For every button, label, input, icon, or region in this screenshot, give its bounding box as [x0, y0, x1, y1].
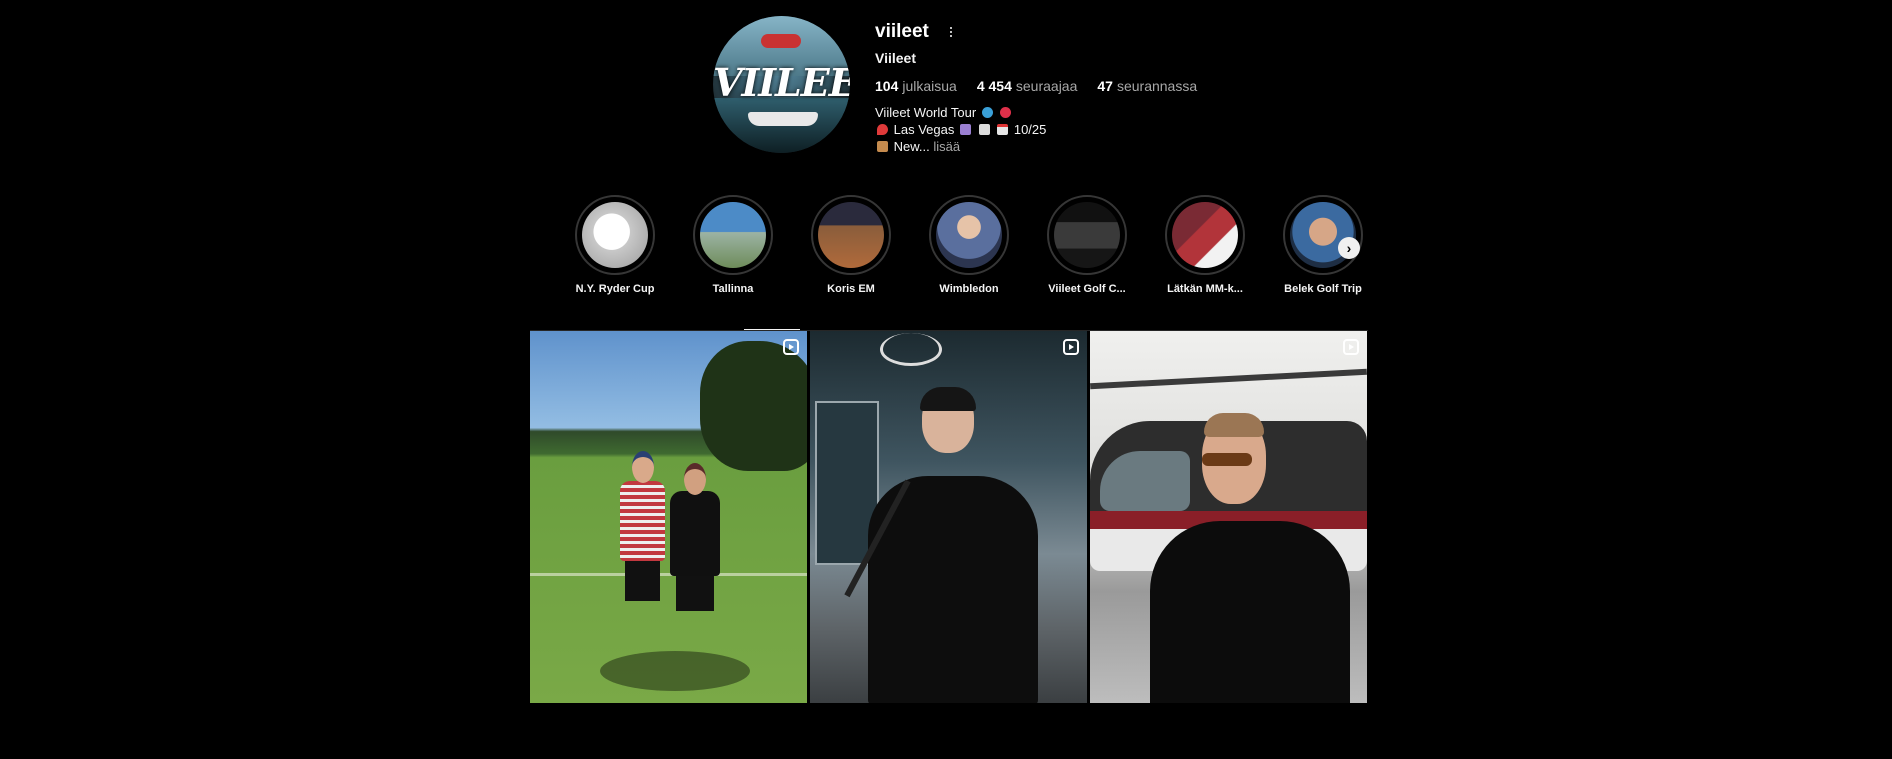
highlight-ring: [929, 195, 1009, 275]
highlight-ring: [1047, 195, 1127, 275]
post-person-legs: [625, 561, 660, 601]
highlight-label: N.Y. Ryder Cup: [575, 283, 655, 295]
highlight-ring: [575, 195, 655, 275]
active-tab-indicator: [744, 329, 800, 330]
username: viileet: [875, 21, 929, 42]
post-helicopter-rotor: [1090, 368, 1367, 390]
pin-icon: [877, 124, 888, 135]
more-dot: [949, 31, 952, 33]
stat-posts-label: julkaisua: [902, 78, 957, 94]
highlight-item[interactable]: N.Y. Ryder Cup: [565, 195, 665, 295]
highlight-label: Koris EM: [827, 283, 875, 295]
highlight-item[interactable]: Koris EM: [801, 195, 901, 295]
profile-stats: 104 julkaisua 4 454 seuraajaa 47 seurannass…: [875, 78, 1197, 94]
highlight-label: Viileet Golf C...: [1048, 283, 1126, 295]
profile-avatar[interactable]: VIILEET: [713, 16, 850, 153]
calendar-icon: [997, 124, 1009, 135]
bio-line-2-prefix: Las Vegas: [893, 122, 955, 137]
highlight-item[interactable]: Tallinna: [683, 195, 783, 295]
highlight-label: Belek Golf Trip: [1284, 283, 1362, 295]
highlight-label: Wimbledon: [939, 283, 999, 295]
bio-more-link[interactable]: lisää: [933, 139, 960, 154]
bio-line-1-text: Viileet World Tour: [875, 105, 977, 120]
profile-bio: Viileet World Tour Las Vegas 10/25 New..…: [875, 104, 1046, 155]
post-person-head: [684, 463, 706, 495]
post-helicopter-window: [1100, 451, 1190, 511]
full-name: Viileet: [875, 50, 916, 66]
post-store-sign: [880, 333, 942, 366]
post-person-cap: [920, 387, 976, 411]
post-person: [620, 451, 665, 601]
more-options-icon[interactable]: [943, 22, 959, 42]
bio-line-2: Las Vegas 10/25: [875, 121, 1046, 138]
highlight-label: Tallinna: [712, 283, 754, 295]
highlight-thumbnail: [1054, 202, 1120, 268]
avatar-logo-text: VIILEET: [713, 60, 850, 105]
slot-machine-icon: [959, 124, 971, 135]
posts-grid: [530, 331, 1368, 703]
stat-followers[interactable]: 4 454 seuraajaa: [977, 78, 1078, 94]
stat-posts: 104 julkaisua: [875, 78, 957, 94]
highlight-thumbnail: [582, 202, 648, 268]
avatar-helicopter: [761, 34, 801, 48]
stat-posts-count: 104: [875, 78, 899, 94]
reel-icon: [783, 339, 799, 355]
post-person-head: [632, 451, 654, 483]
stat-following-count: 47: [1097, 78, 1113, 94]
highlight-label: Lätkän MM-k...: [1167, 283, 1243, 295]
highlight-ring: [811, 195, 891, 275]
bio-line-2-suffix: 10/25: [1013, 122, 1047, 137]
profile-header: VIILEET viileet Viileet 104julkaisua 4 4…: [0, 0, 1892, 180]
highlight-ring: [693, 195, 773, 275]
post-person-body: [1150, 521, 1350, 703]
stat-following-label: seurannassa: [1116, 78, 1198, 94]
package-icon: [877, 141, 888, 152]
profile-info: viileet Viileet 104 julkaisua 4 454 seuraa…: [875, 20, 1197, 154]
more-dot: [949, 35, 952, 37]
bio-line-3-text: New...: [893, 139, 930, 154]
highlight-item[interactable]: Viileet Golf C...: [1037, 195, 1137, 295]
reel-icon: [1343, 339, 1359, 355]
highlight-ring: [1165, 195, 1245, 275]
highlight-thumbnail: [1172, 202, 1238, 268]
highlight-item[interactable]: Lätkän MM-k...: [1155, 195, 1255, 295]
bio-line-1: Viileet World Tour: [875, 104, 1046, 121]
highlight-thumbnail: [936, 202, 1002, 268]
highlight-item[interactable]: Wimbledon: [919, 195, 1019, 295]
post-person-sunglasses: [1202, 453, 1252, 466]
more-dot: [949, 27, 952, 29]
post-item[interactable]: [810, 331, 1087, 703]
post-fairway-line: [530, 573, 807, 576]
highlight-thumbnail: [818, 202, 884, 268]
highlights-row: N.Y. Ryder Cup Tallinna Koris EM Wimbled…: [565, 195, 1365, 305]
post-shadow: [600, 651, 750, 691]
globe-icon: [981, 107, 993, 118]
highlight-ring: [1283, 195, 1363, 275]
post-item[interactable]: [530, 331, 807, 703]
stat-following[interactable]: 47 seurannassa: [1097, 78, 1197, 94]
post-person-hair: [1204, 413, 1264, 437]
post-item[interactable]: [1090, 331, 1367, 703]
chevron-right-icon[interactable]: ›: [1338, 237, 1360, 259]
avatar-boat: [748, 112, 818, 126]
stat-followers-count: 4 454: [976, 78, 1012, 94]
dice-icon: [978, 124, 990, 135]
username-row: viileet: [875, 20, 959, 44]
post-trees: [700, 341, 807, 471]
post-person: [670, 463, 720, 611]
no-entry-icon: [1000, 107, 1012, 118]
stat-followers-label: seuraajaa: [1015, 78, 1078, 94]
post-person-legs: [676, 576, 714, 611]
bio-line-3: New... lisää: [875, 138, 1046, 155]
reel-icon: [1063, 339, 1079, 355]
highlight-thumbnail: [700, 202, 766, 268]
